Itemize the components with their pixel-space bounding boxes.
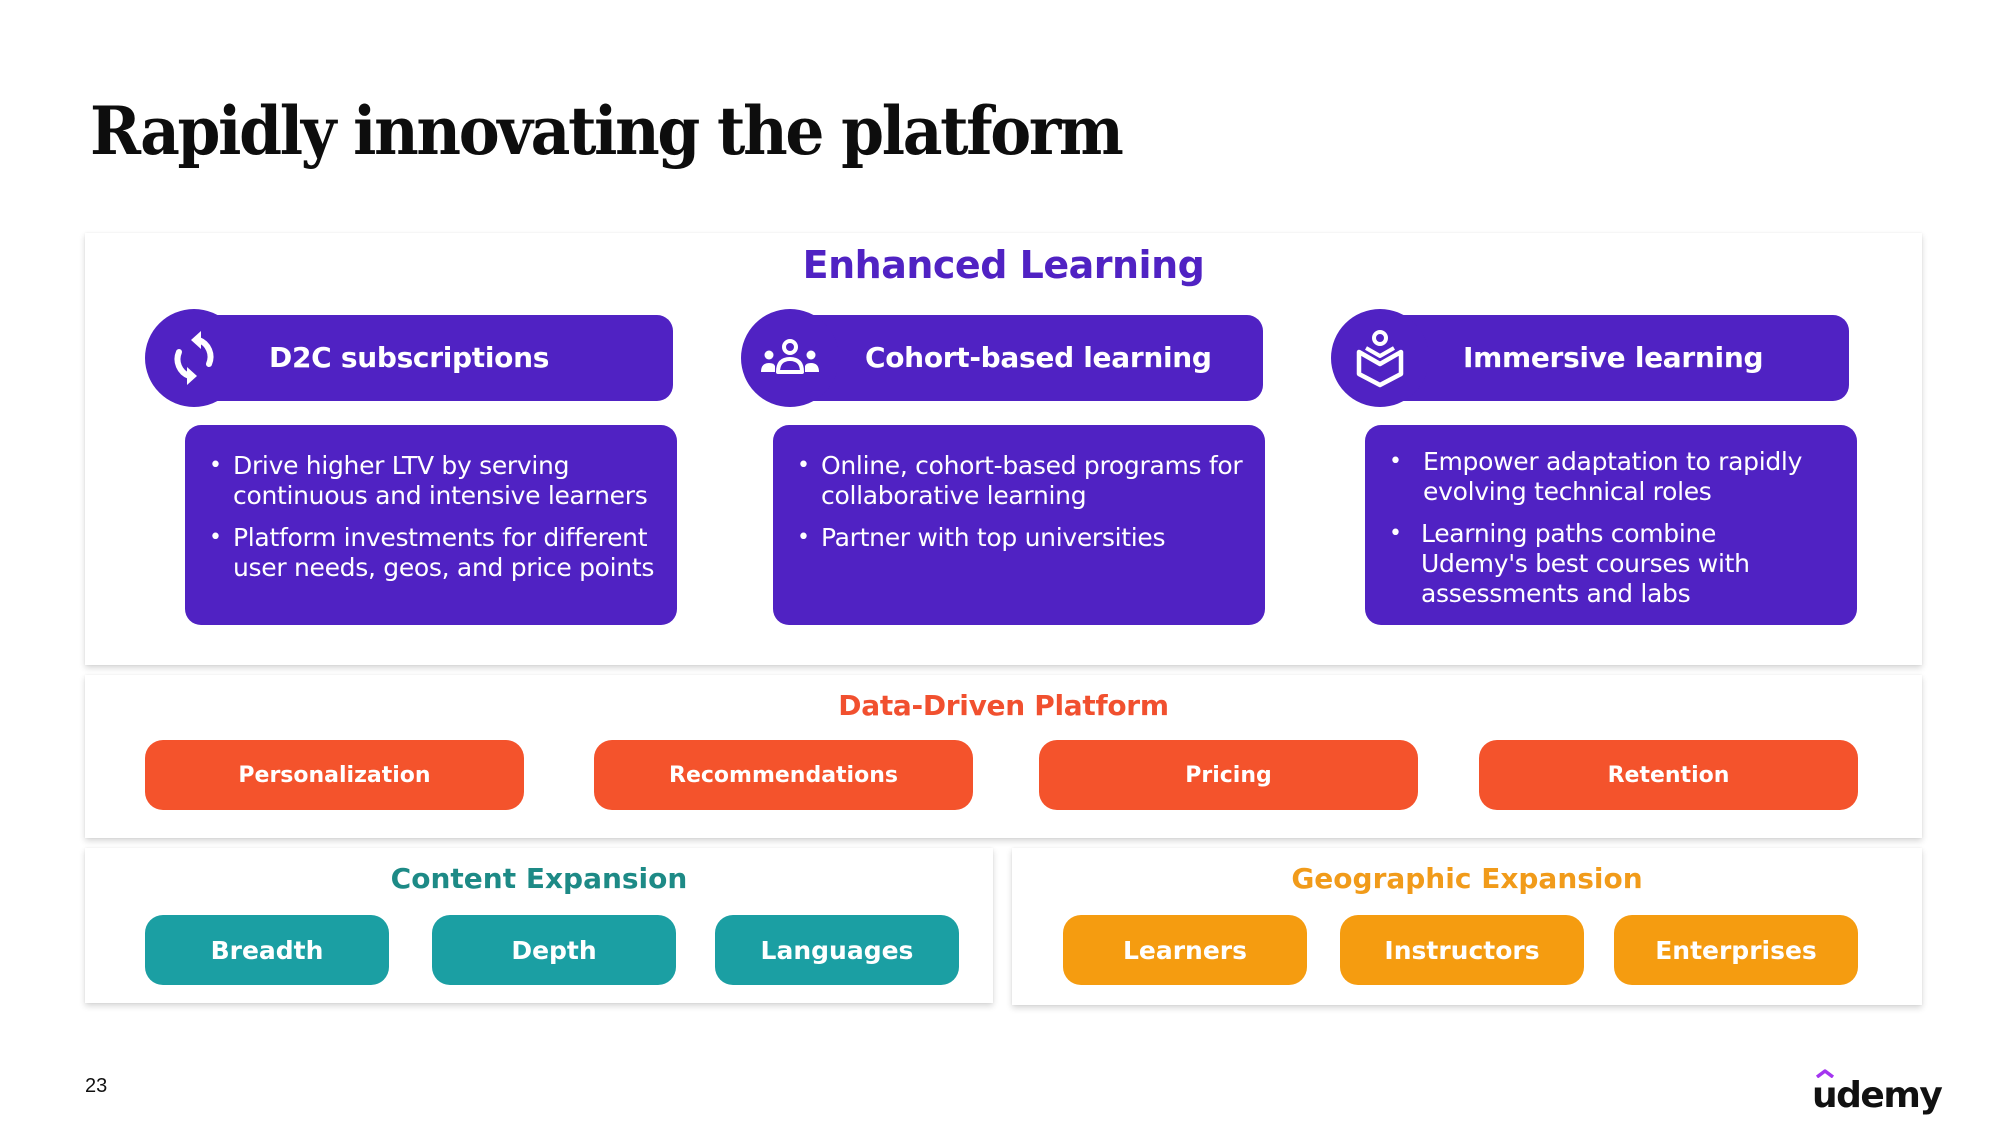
reader-book-icon [1356, 330, 1404, 388]
column-body: • Drive higher LTV by serving continuous … [185, 425, 677, 625]
column-immersive-learning: Immersive learning • Empower adaptation t… [1331, 233, 1901, 665]
column-label: D2C subscriptions [269, 341, 550, 374]
chip-learners: Learners [1063, 915, 1307, 985]
chip-recommendations: Recommendations [594, 740, 973, 810]
chip-retention: Retention [1479, 740, 1858, 810]
chip-instructors: Instructors [1340, 915, 1584, 985]
chip-depth: Depth [432, 915, 676, 985]
data-driven-platform-title: Data-Driven Platform [838, 689, 1169, 722]
enhanced-learning-panel: Enhanced Learning D2C subscriptions • Dri… [85, 233, 1922, 665]
column-body: • Online, cohort-based programs for colla… [773, 425, 1265, 625]
udemy-logo: udemy [1812, 1068, 1943, 1114]
bullet-item: • Learning paths combine Udemy's best cou… [1389, 519, 1750, 608]
logo-text: udemy [1812, 1075, 1943, 1116]
slide-title: Rapidly innovating the platform [90, 92, 1124, 170]
column-body: • Empower adaptation to rapidly evolving … [1365, 425, 1857, 625]
column-icon-badge [741, 309, 839, 407]
column-label: Immersive learning [1463, 341, 1764, 374]
geographic-expansion-title: Geographic Expansion [1291, 862, 1643, 895]
geographic-expansion-panel: Geographic Expansion Learners Instructor… [1012, 848, 1922, 1005]
column-d2c-subscriptions: D2C subscriptions • Drive higher LTV by s… [145, 233, 705, 665]
bullet-item: • Partner with top universities [797, 523, 1166, 552]
bullet-item: • Online, cohort-based programs for colla… [797, 451, 1243, 510]
bullet-item: • Platform investments for different user… [209, 523, 655, 582]
page-number: 23 [85, 1075, 108, 1097]
chip-personalization: Personalization [145, 740, 524, 810]
bullet-item: • Empower adaptation to rapidly evolving … [1389, 447, 1803, 506]
column-icon-badge [1331, 309, 1429, 407]
group-icon [761, 339, 819, 374]
chip-languages: Languages [715, 915, 959, 985]
chip-breadth: Breadth [145, 915, 389, 985]
refresh-icon [174, 331, 214, 385]
chip-enterprises: Enterprises [1614, 915, 1858, 985]
content-expansion-title: Content Expansion [390, 862, 688, 895]
column-label: Cohort-based learning [865, 341, 1212, 374]
column-icon-badge [145, 309, 243, 407]
bullet-item: • Drive higher LTV by serving continuous … [209, 451, 648, 510]
chip-pricing: Pricing [1039, 740, 1418, 810]
data-driven-platform-panel: Data-Driven Platform Personalization Rec… [85, 675, 1922, 838]
column-cohort-based-learning: Cohort-based learning • Online, cohort-ba… [741, 233, 1301, 665]
content-expansion-panel: Content Expansion Breadth Depth Language… [85, 848, 993, 1003]
